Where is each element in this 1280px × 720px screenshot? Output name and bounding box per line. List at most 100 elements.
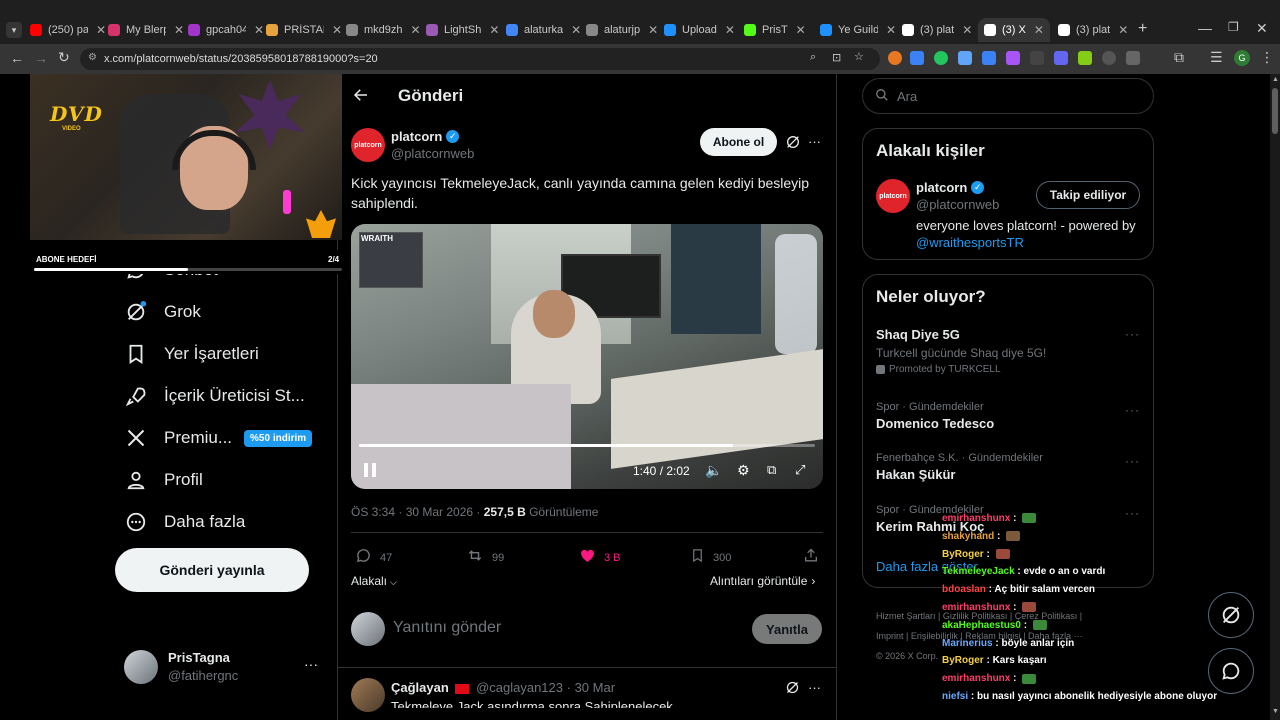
reply-submit-button[interactable]: Yanıtla [752, 614, 822, 644]
trend-item[interactable]: Fenerbahçe S.K. · Gündemdekiler Hakan Şü… [876, 452, 1116, 482]
account-more-icon[interactable]: ··· [304, 656, 318, 672]
browser-menu-icon[interactable]: ⋮ [1260, 49, 1274, 66]
comment-author-name[interactable]: Çağlayan [391, 680, 449, 695]
post-author[interactable]: platcorn ✓ [391, 128, 460, 146]
comment-grok-icon[interactable] [785, 680, 800, 700]
url-field[interactable]: ⚙ x.com/platcornweb/status/2038595801878… [80, 48, 880, 70]
tab-close-icon[interactable]: ✕ [489, 23, 499, 37]
tab-close-icon[interactable]: ✕ [725, 23, 735, 37]
extension-icon[interactable] [1126, 51, 1140, 65]
browser-tab[interactable]: My Blerp ✕ [108, 18, 184, 42]
tab-close-icon[interactable]: ✕ [411, 23, 421, 37]
extension-icon[interactable] [934, 51, 948, 65]
related-avatar[interactable]: platcorn [876, 179, 910, 213]
back-arrow-icon[interactable] [352, 86, 370, 109]
browser-tab[interactable]: (3) plat ✕ [1058, 18, 1128, 42]
scroll-up-icon[interactable]: ▲ [1272, 76, 1279, 83]
chat-username[interactable]: shakyhand [942, 531, 994, 542]
tab-close-icon[interactable]: ✕ [962, 23, 972, 37]
chat-username[interactable]: emirhanshunx [942, 513, 1010, 524]
tab-close-icon[interactable]: ✕ [254, 23, 264, 37]
profile-avatar[interactable]: G [1234, 50, 1250, 66]
reply-input[interactable]: Yanıtını gönder [393, 619, 743, 637]
browser-tab[interactable]: LightSh ✕ [426, 18, 499, 42]
chat-username[interactable]: TekmeleyeJack [942, 566, 1015, 577]
browser-tab[interactable]: (3) X ✕ [978, 18, 1050, 42]
browser-tab[interactable]: (3) plat ✕ [902, 18, 972, 42]
chat-username[interactable]: niefsi [942, 691, 968, 702]
chat-username[interactable]: Marinerius [942, 638, 993, 649]
subscribe-button[interactable]: Abone ol [700, 128, 777, 156]
post-timestamp[interactable]: ÖS 3:34 · 30 Mar 2026 · [351, 505, 484, 519]
comment-avatar[interactable] [351, 678, 385, 712]
browser-tab[interactable]: alaturjp ✕ [586, 18, 658, 42]
reply-action[interactable]: 47 [355, 547, 392, 569]
browser-tab[interactable]: Upload ✕ [664, 18, 735, 42]
related-handle[interactable]: @platcornweb [916, 197, 999, 212]
extension-icon[interactable] [1102, 51, 1116, 65]
nav-profile[interactable]: Profil [124, 468, 203, 492]
share-action[interactable] [803, 547, 827, 569]
pause-icon[interactable] [363, 462, 377, 483]
extension-icon[interactable] [1030, 51, 1044, 65]
browser-tab[interactable]: (250) pa ✕ [30, 18, 106, 42]
back-icon[interactable]: ← [10, 50, 24, 66]
new-tab-button[interactable]: + [1138, 20, 1147, 38]
zoom-icon[interactable]: ⌕ [810, 51, 816, 64]
chat-username[interactable]: bdoaslan [942, 584, 986, 595]
bookmark-star-icon[interactable]: ☆ [854, 50, 864, 63]
tab-close-icon[interactable]: ✕ [1118, 23, 1128, 37]
nav-premium[interactable]: Premiu... %50 indirim [124, 426, 313, 450]
tab-close-icon[interactable]: ✕ [796, 23, 806, 37]
extension-icon[interactable] [888, 51, 902, 65]
tab-close-icon[interactable]: ✕ [648, 23, 658, 37]
view-quotes-link[interactable]: Alıntıları görüntüle › [710, 574, 815, 588]
chat-username[interactable]: ByRoger [942, 549, 984, 560]
comment-more-icon[interactable]: ··· [808, 680, 821, 695]
trend-more-icon[interactable]: ··· [1125, 454, 1140, 468]
following-button[interactable]: Takip ediliyor [1036, 181, 1140, 209]
trend-item[interactable]: Spor · Gündemdekiler Domenico Tedesco [876, 401, 1116, 431]
messages-fab-button[interactable] [1208, 648, 1254, 694]
nav-creator-studio[interactable]: İçerik Üreticisi St... [124, 384, 305, 408]
extensions-puzzle-icon[interactable]: ⧉ [1174, 49, 1184, 66]
extension-icon[interactable] [958, 51, 972, 65]
extension-icon[interactable] [1054, 51, 1068, 65]
restore-button[interactable]: ❐ [1228, 20, 1239, 34]
browser-tab[interactable]: mkd9zh ✕ [346, 18, 421, 42]
tab-close-icon[interactable]: ✕ [174, 23, 184, 37]
trend-item-promoted[interactable]: Shaq Diye 5G Turkcell gücünde Shaq diye … [876, 327, 1146, 377]
post-author-handle[interactable]: @platcornweb [391, 146, 474, 161]
browser-tab[interactable]: alaturka ✕ [506, 18, 581, 42]
bookmark-action[interactable]: 300 [690, 547, 731, 569]
nav-grok[interactable]: Grok [124, 300, 201, 324]
chat-username[interactable]: emirhanshunx [942, 602, 1010, 613]
trend-more-icon[interactable]: ··· [1125, 327, 1140, 341]
extension-icon[interactable] [982, 51, 996, 65]
volume-icon[interactable]: 🔈 [705, 462, 722, 479]
reload-icon[interactable]: ↻ [58, 49, 70, 66]
tab-close-icon[interactable]: ✕ [571, 23, 581, 37]
site-info-icon[interactable]: ⚙ [88, 52, 97, 63]
trend-more-icon[interactable]: ··· [1125, 403, 1140, 417]
post-video[interactable]: WRAITH 1:40 / 2:02 🔈 ⚙ ⧉ ⤢ [351, 224, 823, 489]
browser-tab[interactable]: Ye Guild ✕ [820, 18, 896, 42]
post-author-avatar[interactable]: platcorn [351, 128, 385, 162]
grok-fab-button[interactable] [1208, 592, 1254, 638]
browser-tab[interactable]: gpcah04 ✕ [188, 18, 264, 42]
dock-icon[interactable]: ⧉ [767, 462, 776, 478]
related-bio-link[interactable]: @wraithesportsTR [916, 235, 1024, 250]
minimize-button[interactable]: — [1198, 20, 1212, 36]
nav-bookmarks[interactable]: Yer İşaretleri [124, 342, 259, 366]
close-window-button[interactable]: ✕ [1256, 20, 1268, 37]
extension-icon[interactable] [910, 51, 924, 65]
browser-tab[interactable]: PrisT ✕ [744, 18, 806, 42]
chat-username[interactable]: ByRoger [942, 655, 984, 666]
relevant-sort[interactable]: Alakalı ⌵ [351, 574, 397, 588]
repost-action[interactable]: 99 [466, 547, 504, 569]
browser-tab[interactable]: PRİSTAN ✕ [266, 18, 342, 42]
tab-close-icon[interactable]: ✕ [332, 23, 342, 37]
forward-icon[interactable]: → [34, 50, 48, 66]
tab-close-icon[interactable]: ✕ [96, 23, 106, 37]
extension-icon[interactable] [1078, 51, 1092, 65]
